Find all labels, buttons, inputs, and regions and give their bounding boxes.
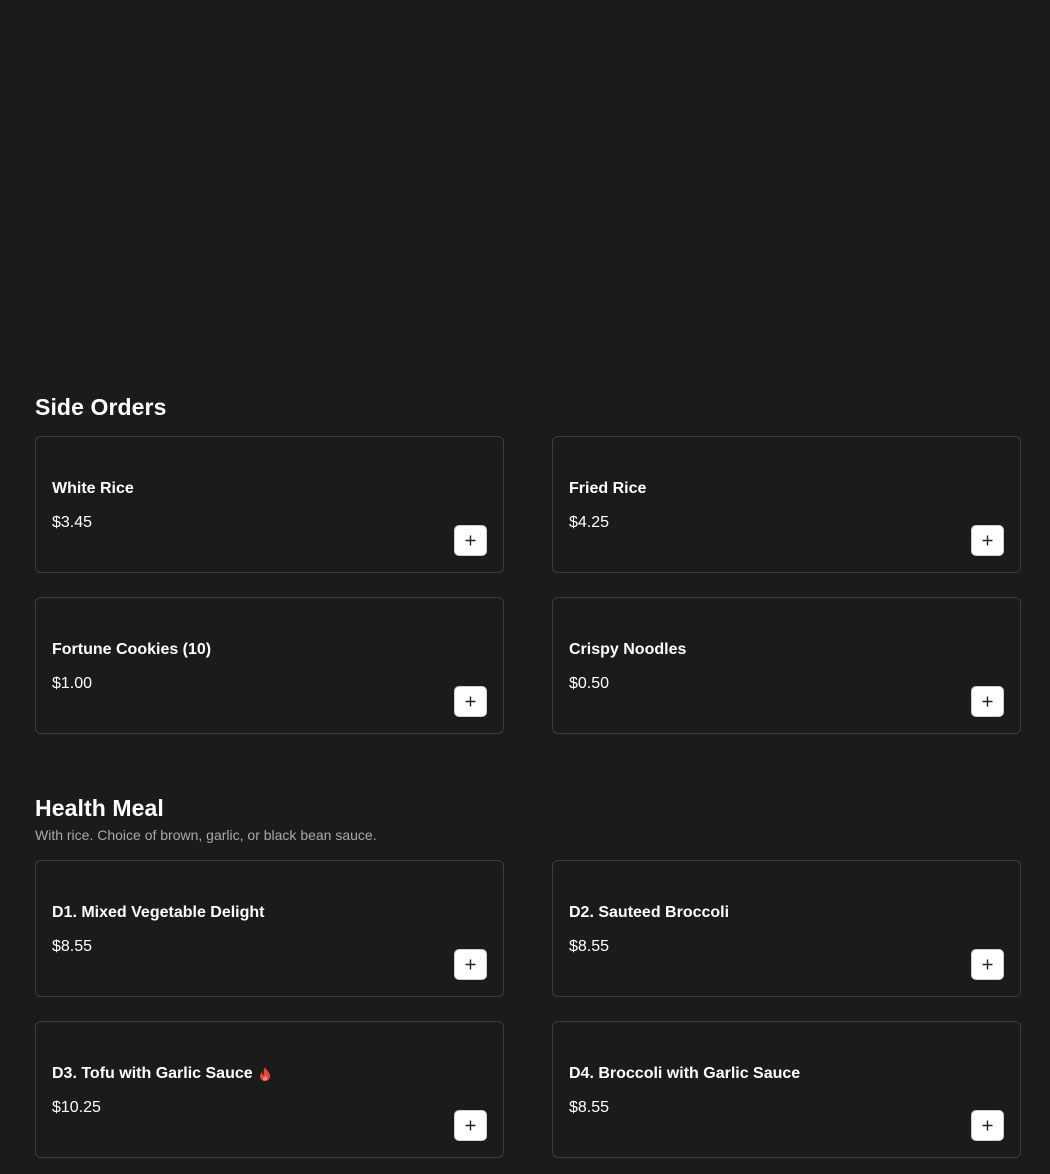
section-description: With rice. Choice of brown, garlic, or b…	[35, 827, 377, 843]
plus-icon	[465, 535, 476, 546]
plus-icon	[465, 696, 476, 707]
menu-item-card[interactable]: Fortune Cookies (10) $1.00	[35, 597, 504, 734]
menu-item-card[interactable]: D3. Tofu with Garlic Sauce $10.25	[35, 1021, 504, 1159]
menu-item-name: Fried Rice	[569, 480, 647, 497]
plus-icon	[982, 696, 993, 707]
menu-item-card[interactable]: White Rice $3.45	[35, 436, 504, 573]
add-to-cart-button[interactable]	[971, 525, 1004, 556]
menu-item-price: $0.50	[569, 675, 610, 692]
menu-grid: White Rice $3.45 Fried Rice $4.25 Fortun…	[35, 436, 1021, 734]
menu-item-price: $10.25	[52, 1099, 101, 1117]
menu-page: Side Orders White Rice $3.45 Fried Rice …	[0, 0, 1050, 1174]
menu-item-price: $8.55	[52, 938, 93, 956]
plus-icon	[982, 959, 993, 970]
add-to-cart-button[interactable]	[971, 949, 1004, 981]
menu-item-name: Fortune Cookies (10)	[52, 641, 212, 658]
menu-item-price: $8.55	[569, 1099, 610, 1117]
menu-item-price: $1.00	[52, 675, 93, 692]
plus-icon	[982, 535, 993, 546]
add-to-cart-button[interactable]	[454, 1110, 487, 1142]
menu-item-name: D3. Tofu with Garlic Sauce	[52, 1065, 272, 1083]
menu-item-card[interactable]: Fried Rice $4.25	[552, 436, 1021, 573]
menu-item-name: D4. Broccoli with Garlic Sauce	[569, 1065, 801, 1083]
menu-grid: D1. Mixed Vegetable Delight $8.55 D2. Sa…	[35, 860, 1021, 1159]
menu-item-name: D2. Sauteed Broccoli	[569, 904, 730, 922]
plus-icon	[982, 1120, 993, 1131]
section-title: Side Orders	[35, 394, 167, 420]
menu-item-name: Crispy Noodles	[569, 641, 687, 658]
plus-icon	[465, 959, 476, 970]
section-side-orders: Side Orders White Rice $3.45 Fried Rice …	[35, 396, 1021, 734]
menu-item-card[interactable]: D1. Mixed Vegetable Delight $8.55	[35, 860, 504, 998]
add-to-cart-button[interactable]	[454, 525, 487, 556]
flame-icon	[258, 1066, 272, 1082]
menu-item-name: D1. Mixed Vegetable Delight	[52, 904, 265, 922]
menu-item-name: White Rice	[52, 480, 134, 497]
menu-item-price: $4.25	[569, 514, 610, 531]
menu-item-price: $3.45	[52, 514, 93, 531]
add-to-cart-button[interactable]	[971, 686, 1004, 717]
add-to-cart-button[interactable]	[454, 686, 487, 717]
section-health-meal: Health Meal With rice. Choice of brown, …	[35, 795, 1021, 1159]
plus-icon	[465, 1120, 476, 1131]
menu-item-price: $8.55	[569, 938, 610, 956]
section-title: Health Meal	[35, 795, 164, 821]
add-to-cart-button[interactable]	[454, 949, 487, 981]
empty-top-area	[35, 0, 1021, 396]
menu-item-card[interactable]: D4. Broccoli with Garlic Sauce $8.55	[552, 1021, 1021, 1159]
menu-item-card[interactable]: D2. Sauteed Broccoli $8.55	[552, 860, 1021, 998]
add-to-cart-button[interactable]	[971, 1110, 1004, 1142]
menu-item-card[interactable]: Crispy Noodles $0.50	[552, 597, 1021, 734]
